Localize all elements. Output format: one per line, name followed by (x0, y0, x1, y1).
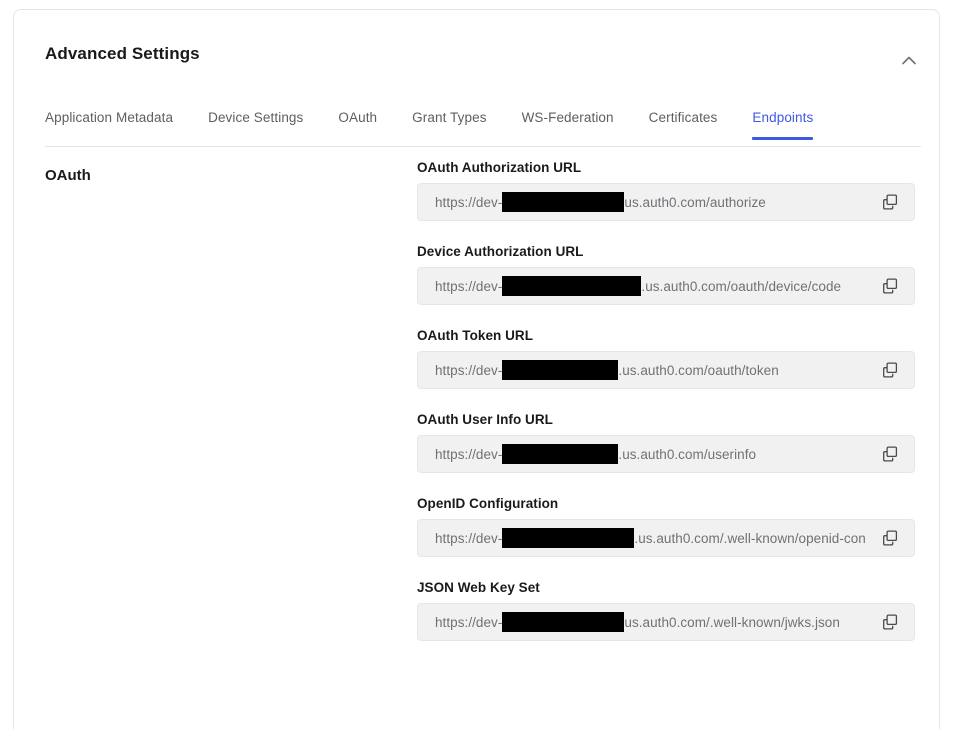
copy-icon[interactable] (866, 184, 914, 220)
copy-icon[interactable] (866, 436, 914, 472)
input-value-oauth-authorization-url[interactable]: https://dev-us.auth0.com/authorize (418, 192, 866, 212)
field-label-oauth-token-url: OAuth Token URL (417, 328, 533, 343)
input-row-oauth-authorization-url[interactable]: https://dev-us.auth0.com/authorize (417, 183, 915, 221)
input-row-device-authorization-url[interactable]: https://dev- .us.auth0.com/oauth/device/c… (417, 267, 915, 305)
tab-device-settings[interactable]: Device Settings (208, 105, 303, 139)
input-row-json-web-key-set[interactable]: https://dev-us.auth0.com/.well-known/jwk… (417, 603, 915, 641)
copy-icon[interactable] (866, 520, 914, 556)
input-row-oauth-token-url[interactable]: https://dev- .us.auth0.com/oauth/token (417, 351, 915, 389)
url-prefix: https://dev- (435, 278, 503, 294)
url-suffix: us.auth0.com/.well-known/jwks.json (624, 614, 840, 630)
url-suffix: .us.auth0.com/oauth/token (618, 362, 779, 378)
redaction-bar (502, 360, 619, 380)
input-value-device-authorization-url[interactable]: https://dev- .us.auth0.com/oauth/device/c… (418, 276, 866, 296)
redaction-bar (502, 276, 642, 296)
field-oauth-user-info-url: OAuth User Info URL https://dev- .us.auth0… (417, 412, 915, 473)
tab-certificates[interactable]: Certificates (649, 105, 718, 139)
url-prefix: https://dev- (435, 530, 503, 546)
field-label-oauth-user-info-url: OAuth User Info URL (417, 412, 553, 427)
url-suffix: .us.auth0.com/oauth/device/code (641, 278, 842, 294)
copy-icon[interactable] (866, 604, 914, 640)
advanced-settings-card: Advanced Settings Application Metadata De… (13, 9, 940, 729)
url-prefix: https://dev- (435, 362, 503, 378)
url-prefix: https://dev- (435, 614, 503, 630)
chevron-up-icon[interactable] (895, 46, 923, 74)
url-suffix: .us.auth0.com/userinfo (618, 446, 757, 462)
redaction-bar (502, 444, 619, 464)
card-header: Advanced Settings (14, 10, 939, 98)
input-row-oauth-user-info-url[interactable]: https://dev- .us.auth0.com/userinfo (417, 435, 915, 473)
tab-grant-types[interactable]: Grant Types (412, 105, 486, 139)
page-root: Advanced Settings Application Metadata De… (0, 0, 967, 729)
field-device-authorization-url: Device Authorization URL https://dev- .us.… (417, 244, 915, 305)
field-json-web-key-set: JSON Web Key Set https://dev-us.auth0.com… (417, 580, 915, 641)
tab-oauth[interactable]: OAuth (338, 105, 377, 139)
redaction-bar (502, 528, 635, 548)
copy-icon[interactable] (866, 352, 914, 388)
tab-ws-federation[interactable]: WS-Federation (522, 105, 614, 139)
redaction-bar (502, 192, 625, 212)
url-suffix: us.auth0.com/authorize (624, 194, 766, 210)
page-title: Advanced Settings (45, 44, 200, 63)
url-prefix: https://dev- (435, 446, 503, 462)
url-prefix: https://dev- (435, 194, 503, 210)
field-oauth-authorization-url: OAuth Authorization URL https://dev-us.au… (417, 160, 915, 221)
field-label-device-authorization-url: Device Authorization URL (417, 244, 584, 259)
tab-endpoints[interactable]: Endpoints (752, 105, 814, 140)
field-label-oauth-authorization-url: OAuth Authorization URL (417, 160, 582, 175)
field-label-json-web-key-set: JSON Web Key Set (417, 580, 540, 595)
input-value-openid-configuration[interactable]: https://dev- .us.auth0.com/.well-known/op… (418, 528, 866, 548)
advanced-settings-tabs: Application Metadata Device Settings OAuth… (45, 105, 921, 147)
redaction-bar (502, 612, 625, 632)
endpoint-field-list: OAuth Authorization URL https://dev-us.au… (417, 160, 915, 664)
input-value-oauth-user-info-url[interactable]: https://dev- .us.auth0.com/userinfo (418, 444, 866, 464)
url-suffix: .us.auth0.com/.well-known/openid-configu… (634, 530, 866, 546)
field-oauth-token-url: OAuth Token URL https://dev- .us.auth0.com… (417, 328, 915, 389)
input-row-openid-configuration[interactable]: https://dev- .us.auth0.com/.well-known/op… (417, 519, 915, 557)
field-label-openid-configuration: OpenID Configuration (417, 496, 559, 511)
field-openid-configuration: OpenID Configuration https://dev- .us.auth… (417, 496, 915, 557)
tab-application-metadata[interactable]: Application Metadata (45, 105, 173, 139)
input-value-json-web-key-set[interactable]: https://dev-us.auth0.com/.well-known/jwk… (418, 612, 866, 632)
copy-icon[interactable] (866, 268, 914, 304)
section-heading-oauth: OAuth (45, 167, 91, 184)
input-value-oauth-token-url[interactable]: https://dev- .us.auth0.com/oauth/token (418, 360, 866, 380)
